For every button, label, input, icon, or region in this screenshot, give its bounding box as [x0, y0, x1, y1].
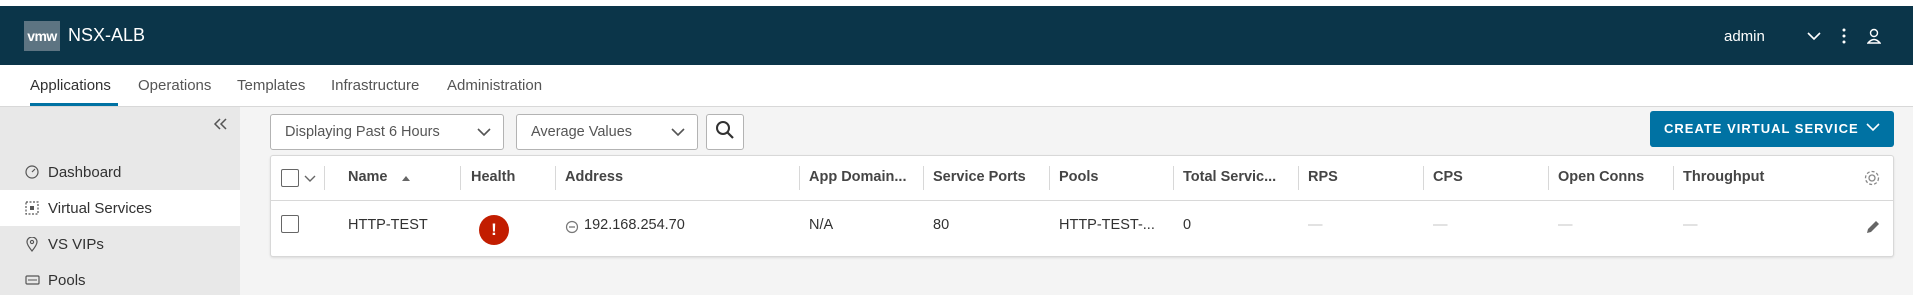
column-header-open-conns[interactable]: Open Conns — [1558, 169, 1644, 185]
app-header: vmw NSX-ALB admin — [0, 6, 1913, 65]
column-header-cps[interactable]: CPS — [1433, 169, 1463, 185]
user-icon[interactable] — [1864, 26, 1884, 46]
cell-total-services: 0 — [1183, 217, 1192, 233]
chevron-down-icon — [671, 125, 685, 141]
sidebar-item-label: VS VIPs — [48, 235, 104, 253]
virtual-services-icon — [24, 200, 40, 216]
column-header-throughput[interactable]: Throughput — [1683, 169, 1764, 185]
cell-throughput: — — [1683, 217, 1698, 233]
select-all-checkbox[interactable] — [281, 169, 299, 187]
column-divider — [1423, 166, 1424, 190]
vmware-logo: vmw — [24, 21, 60, 51]
sidebar-item-label: Pools — [48, 271, 86, 289]
row-checkbox[interactable] — [281, 215, 299, 233]
column-header-pools[interactable]: Pools — [1059, 169, 1098, 185]
sidebar-item-virtual-services[interactable]: Virtual Services — [0, 190, 240, 226]
column-divider — [1173, 166, 1174, 190]
time-range-value: Displaying Past 6 Hours — [285, 124, 440, 140]
virtual-services-table: Name Health Address App Domain... Servic… — [270, 155, 1894, 257]
sidebar: Dashboard Virtual Services VS VIPs Pools — [0, 107, 240, 295]
column-header-health[interactable]: Health — [471, 169, 515, 185]
create-virtual-service-button[interactable]: CREATE VIRTUAL SERVICE — [1650, 111, 1894, 147]
more-options-icon[interactable] — [1834, 26, 1854, 46]
cell-service-ports: 80 — [933, 217, 950, 233]
sidebar-item-label: Dashboard — [48, 163, 122, 181]
column-header-app-domain[interactable]: App Domain... — [809, 169, 906, 185]
user-name[interactable]: admin — [1724, 28, 1765, 45]
column-header-rps[interactable]: RPS — [1308, 169, 1338, 185]
table-header: Name Health Address App Domain... Servic… — [271, 156, 1893, 201]
column-header-name[interactable]: Name — [348, 169, 388, 185]
column-divider — [555, 166, 556, 190]
column-divider — [1298, 166, 1299, 190]
status-down-icon — [565, 220, 579, 239]
column-divider — [460, 166, 461, 190]
metric-mode-value: Average Values — [531, 124, 633, 140]
chevron-down-icon[interactable] — [1804, 26, 1824, 46]
tab-administration[interactable]: Administration — [447, 77, 542, 94]
create-button-label: CREATE VIRTUAL SERVICE — [1664, 121, 1859, 136]
chevron-down-icon — [477, 125, 491, 141]
cell-app-domain: N/A — [809, 217, 834, 233]
column-divider — [923, 166, 924, 190]
sidebar-item-label: Virtual Services — [48, 199, 152, 217]
collapse-sidebar-icon[interactable] — [212, 116, 232, 136]
cell-pools[interactable]: HTTP-TEST-... — [1059, 217, 1155, 233]
column-divider — [324, 166, 325, 190]
gear-icon[interactable] — [1863, 169, 1881, 192]
chevron-down-icon[interactable] — [304, 170, 316, 188]
cell-address: 192.168.254.70 — [584, 217, 685, 233]
dashboard-icon — [24, 164, 40, 180]
search-button[interactable] — [706, 114, 744, 150]
column-header-total-services[interactable]: Total Servic... — [1183, 169, 1276, 185]
tab-applications[interactable]: Applications — [30, 77, 111, 94]
sidebar-item-dashboard[interactable]: Dashboard — [0, 154, 240, 190]
tab-infrastructure[interactable]: Infrastructure — [331, 77, 419, 94]
main-content: Displaying Past 6 Hours Average Values C… — [240, 107, 1913, 295]
metric-mode-dropdown[interactable]: Average Values — [516, 114, 698, 150]
tab-operations[interactable]: Operations — [138, 77, 211, 94]
search-icon — [715, 120, 735, 145]
sort-ascending-icon[interactable] — [401, 169, 411, 187]
tab-templates[interactable]: Templates — [237, 77, 305, 94]
cell-cps: — — [1433, 217, 1448, 233]
cell-open-conns: — — [1558, 217, 1573, 233]
app-name: NSX-ALB — [68, 25, 146, 45]
column-header-service-ports[interactable]: Service Ports — [933, 169, 1026, 185]
active-tab-indicator — [30, 103, 118, 106]
column-divider — [1673, 166, 1674, 190]
column-header-address[interactable]: Address — [565, 169, 623, 185]
main-nav: Applications Operations Templates Infras… — [0, 65, 1913, 107]
column-divider — [1548, 166, 1549, 190]
edit-pencil-icon[interactable] — [1865, 219, 1881, 240]
chevron-down-icon — [1866, 120, 1880, 135]
column-divider — [799, 166, 800, 190]
location-pin-icon — [24, 236, 40, 252]
sidebar-item-pools[interactable]: Pools — [0, 262, 240, 298]
cell-rps: — — [1308, 217, 1323, 233]
cell-name[interactable]: HTTP-TEST — [348, 217, 428, 233]
health-critical-icon[interactable]: ! — [479, 215, 509, 245]
column-divider — [1049, 166, 1050, 190]
time-range-dropdown[interactable]: Displaying Past 6 Hours — [270, 114, 504, 150]
pools-icon — [24, 272, 40, 288]
sidebar-item-vs-vips[interactable]: VS VIPs — [0, 226, 240, 262]
